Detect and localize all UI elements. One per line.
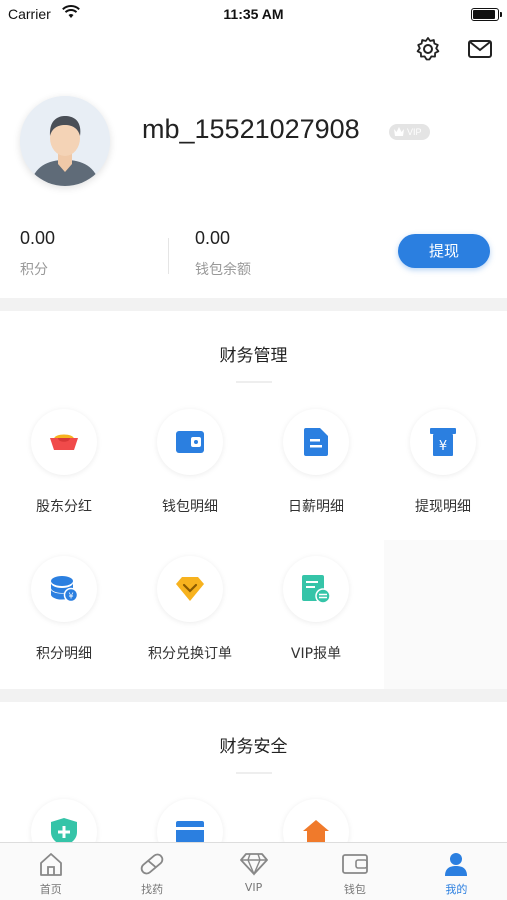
grid-item-points-detail[interactable]: ¥ 积分明细 (1, 556, 127, 663)
vip-badge-label: VIP (407, 127, 422, 137)
tab-label: 钱包 (343, 883, 366, 896)
tab-label: VIP (244, 881, 263, 894)
wallet-tab-icon (342, 854, 368, 874)
tab-label: 首页 (39, 883, 62, 896)
tab-bar: 首页 找药 VIP 钱包 我的 (0, 842, 507, 900)
vip-form-icon (283, 556, 349, 622)
section-underline (236, 772, 272, 774)
diamond-exchange-icon (157, 556, 223, 622)
svg-text:¥: ¥ (68, 592, 73, 601)
points-value: 0.00 (20, 228, 56, 248)
grid-item-label: VIP报单 (290, 646, 342, 662)
vip-badge: VIP (389, 124, 430, 140)
home-tab-icon (39, 853, 62, 876)
svg-text:¥: ¥ (439, 439, 447, 454)
yen-withdraw-icon: ¥ (410, 409, 476, 475)
status-bar: Carrier 11:35 AM (0, 0, 507, 28)
tab-home[interactable]: 首页 (0, 843, 101, 900)
grid-item-daily-wage-detail[interactable]: 日薪明细 (253, 409, 379, 516)
tab-find-medicine[interactable]: 找药 (101, 843, 202, 900)
grid-item-label: 积分明细 (36, 646, 92, 662)
user-icon (445, 853, 468, 876)
section-title: 财务管理 (219, 346, 288, 366)
crown-icon (394, 127, 404, 136)
grid-item-label: 日薪明细 (288, 499, 344, 515)
grid-item-points-exchange-orders[interactable]: 积分兑换订单 (127, 556, 253, 663)
avatar[interactable] (20, 96, 110, 186)
tab-label: 我的 (445, 883, 468, 896)
tab-vip[interactable]: VIP (203, 843, 304, 900)
battery-icon (471, 8, 502, 21)
grid-item-vip-form[interactable]: VIP报单 (253, 556, 379, 663)
tab-wallet[interactable]: 钱包 (304, 843, 405, 900)
grid-item-shareholder-dividend[interactable]: 股东分红 (1, 409, 127, 516)
grid-item-label: 提现明细 (415, 499, 471, 515)
wallet-icon (157, 409, 223, 475)
gold-ingot-icon (31, 409, 97, 475)
withdraw-button[interactable]: 提现 (398, 234, 490, 268)
diamond-icon (239, 853, 268, 876)
points-stat[interactable]: 0.00 积分 (20, 228, 55, 279)
section-title: 财务安全 (219, 737, 288, 757)
settings-icon[interactable] (415, 36, 441, 62)
grid-item-withdraw-detail[interactable]: ¥ 提现明细 (380, 409, 506, 516)
username: mb_15521027908 (142, 114, 360, 144)
points-label: 积分 (20, 262, 48, 278)
tab-mine[interactable]: 我的 (406, 843, 507, 900)
wallet-label: 钱包余额 (195, 262, 251, 278)
stat-divider (168, 238, 169, 274)
grid-item-label: 钱包明细 (162, 499, 218, 515)
grid-item-wallet-detail[interactable]: 钱包明细 (127, 409, 253, 516)
status-time: 11:35 AM (223, 6, 284, 22)
points-coins-icon: ¥ (31, 556, 97, 622)
avatar-person-icon (20, 96, 110, 186)
tab-label: 找药 (141, 883, 164, 896)
profile-section: mb_15521027908 VIP 0.00 积分 0.00 钱包余额 提现 (0, 28, 507, 298)
header-actions (415, 36, 493, 62)
wallet-stat[interactable]: 0.00 钱包余额 (195, 228, 251, 279)
wallet-value: 0.00 (195, 228, 231, 248)
empty-grid-cell (384, 540, 507, 689)
grid-item-label: 股东分红 (36, 499, 92, 515)
pill-icon (140, 853, 164, 875)
document-icon (283, 409, 349, 475)
mail-icon[interactable] (467, 36, 493, 62)
grid-item-label: 积分兑换订单 (148, 646, 232, 662)
section-underline (236, 381, 272, 383)
